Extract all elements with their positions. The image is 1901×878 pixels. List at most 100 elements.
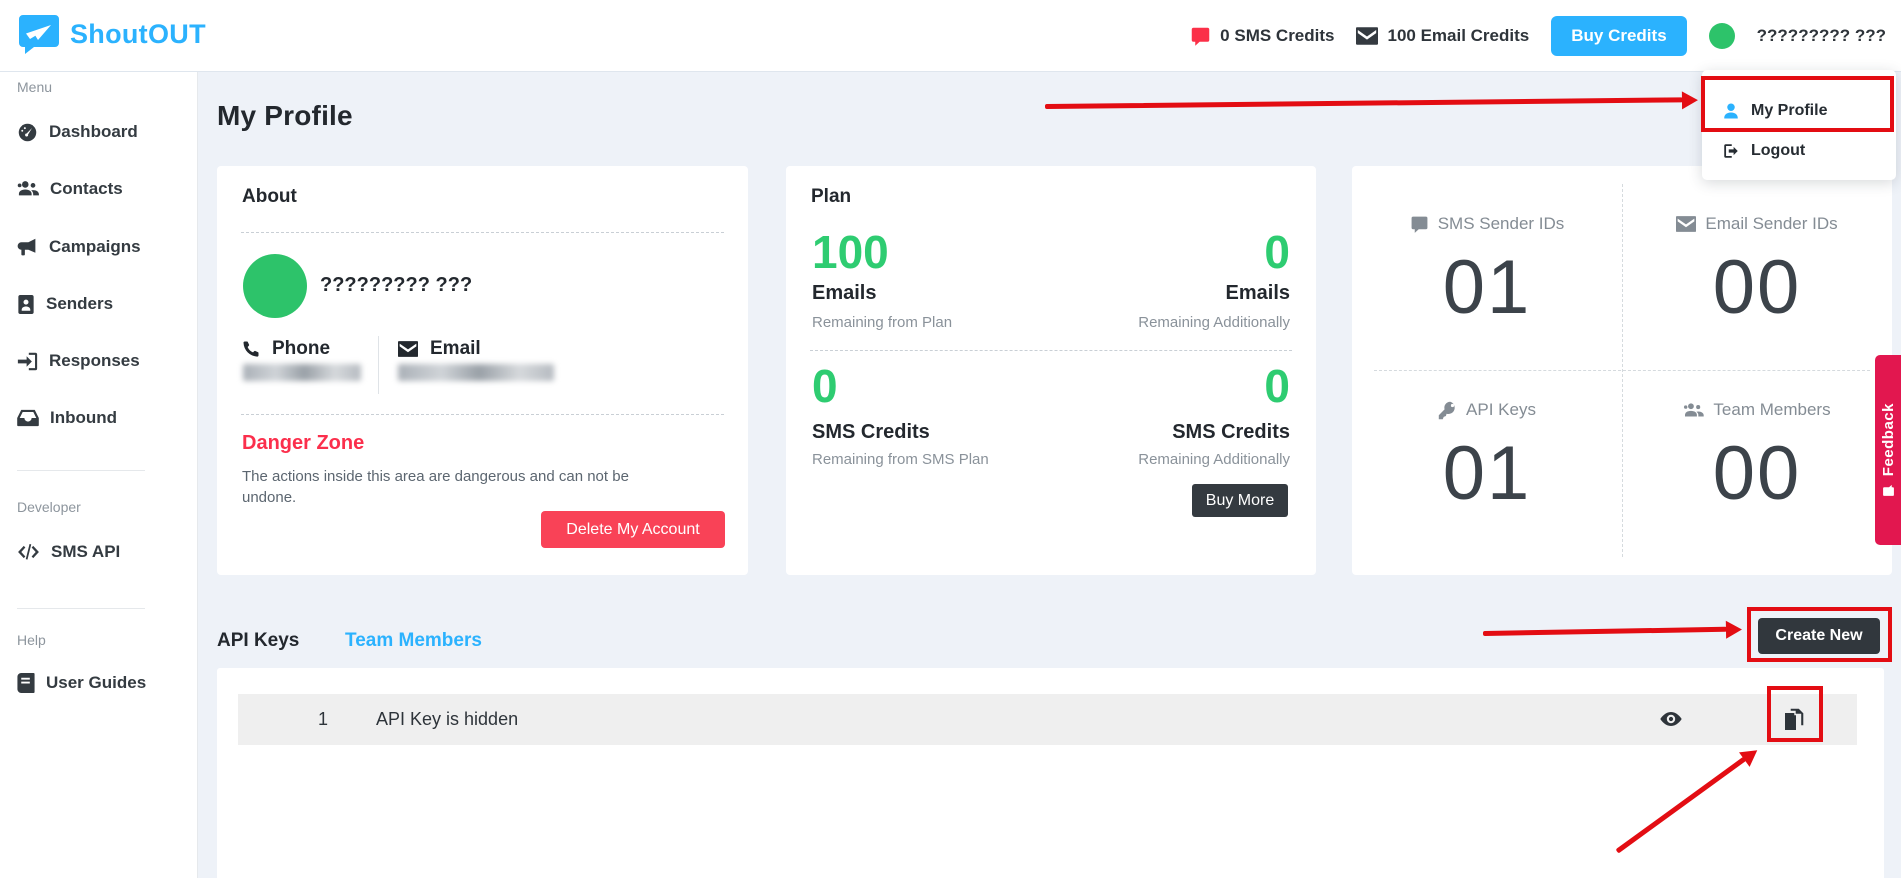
paper-plane-bubble-icon	[18, 14, 60, 54]
envelope-icon	[1356, 27, 1378, 45]
delete-account-button[interactable]: Delete My Account	[541, 511, 725, 548]
about-title: About	[242, 186, 297, 208]
profile-avatar	[243, 254, 307, 318]
shoutout-app: ShoutOUT 0 SMS Credits 100 Email Credits…	[0, 0, 1901, 878]
menu-item-logout[interactable]: Logout	[1722, 142, 1805, 160]
plan-emails-remaining-value: 100	[812, 228, 889, 276]
divider	[810, 350, 1292, 351]
plan-card: Plan 100 Emails Remaining from Plan 0 Em…	[786, 166, 1316, 575]
show-api-key-eye-icon[interactable]	[1657, 705, 1685, 733]
plan-stat-desc: Remaining from Plan	[812, 314, 952, 331]
counter-label: SMS Sender IDs	[1438, 214, 1565, 234]
counter-label: Email Sender IDs	[1705, 214, 1837, 234]
key-icon	[1438, 401, 1457, 420]
chat-icon	[1410, 215, 1429, 234]
counter-sms-sender-ids: SMS Sender IDs 01	[1352, 166, 1622, 370]
envelope-icon	[1676, 216, 1696, 232]
sidebar-item-sms-api[interactable]: SMS API	[17, 538, 120, 566]
menu-item-my-profile[interactable]: My Profile	[1722, 102, 1827, 120]
counter-email-sender-ids: Email Sender IDs 00	[1622, 166, 1892, 370]
my-profile-label: My Profile	[1751, 102, 1827, 120]
feedback-bubble-icon	[1882, 484, 1895, 497]
sidebar-item-senders[interactable]: Senders	[17, 290, 113, 318]
feedback-label: Feedback	[1880, 403, 1897, 476]
plan-emails-additional-value: 0	[1264, 228, 1290, 276]
plan-sms-additional-value: 0	[1264, 362, 1290, 410]
sidebar-item-label: Campaigns	[49, 237, 141, 257]
logout-label: Logout	[1751, 142, 1805, 160]
counter-value: 01	[1352, 430, 1622, 517]
sidebar-item-label: Contacts	[50, 179, 123, 199]
user-dropdown-menu: My Profile Logout	[1702, 70, 1896, 180]
dashboard-icon	[17, 122, 38, 143]
sidebar-divider	[17, 470, 145, 471]
api-key-row: 1 API Key is hidden	[238, 694, 1857, 745]
create-new-button[interactable]: Create New	[1758, 618, 1880, 654]
sidebar-item-inbound[interactable]: Inbound	[17, 404, 117, 432]
user-icon	[1722, 102, 1740, 120]
sidebar-divider	[17, 608, 145, 609]
tab-team-members[interactable]: Team Members	[345, 630, 482, 652]
api-keys-panel: 1 API Key is hidden	[217, 668, 1884, 878]
plan-stat-name: Emails	[812, 282, 876, 305]
buy-credits-button[interactable]: Buy Credits	[1551, 16, 1686, 56]
counter-label: API Keys	[1466, 400, 1536, 420]
avatar[interactable]	[1709, 23, 1735, 49]
contact-divider	[378, 336, 379, 394]
plan-title: Plan	[811, 186, 851, 208]
sidebar-item-responses[interactable]: Responses	[17, 347, 140, 375]
envelope-icon	[398, 341, 418, 357]
plan-stat-desc: Remaining Additionally	[1138, 451, 1290, 468]
code-icon	[17, 543, 40, 561]
email-credits-text: 100 Email Credits	[1387, 26, 1529, 46]
sidebar-section-developer: Developer	[17, 499, 81, 515]
topbar: ShoutOUT 0 SMS Credits 100 Email Credits…	[0, 0, 1901, 72]
topbar-right: 0 SMS Credits 100 Email Credits Buy Cred…	[1190, 0, 1886, 72]
tab-api-keys[interactable]: API Keys	[217, 630, 299, 652]
phone-label-row: Phone	[242, 338, 330, 360]
shoutout-logo[interactable]: ShoutOUT	[18, 14, 206, 54]
copy-api-key-icon[interactable]	[1780, 705, 1808, 733]
plan-sms-remaining-value: 0	[812, 362, 838, 410]
sidebar-section-menu: Menu	[17, 79, 52, 95]
danger-zone-title: Danger Zone	[242, 432, 364, 455]
feedback-tab[interactable]: Feedback	[1875, 355, 1901, 545]
api-key-index: 1	[318, 709, 328, 730]
sidebar-item-label: Inbound	[50, 408, 117, 428]
sidebar-item-contacts[interactable]: Contacts	[17, 175, 123, 203]
plan-stat-desc: Remaining Additionally	[1138, 314, 1290, 331]
sidebar-item-dashboard[interactable]: Dashboard	[17, 118, 138, 146]
team-icon	[1683, 402, 1704, 419]
logout-icon	[1722, 142, 1740, 160]
phone-label: Phone	[272, 338, 330, 360]
sidebar-item-user-guides[interactable]: User Guides	[17, 669, 146, 697]
contacts-icon	[17, 179, 39, 199]
sms-credits-text: 0 SMS Credits	[1220, 26, 1334, 46]
buy-more-button[interactable]: Buy More	[1192, 484, 1288, 517]
annotation-arrow-to-my-profile	[1045, 97, 1683, 109]
email-label-row: Email	[398, 338, 481, 360]
sms-credits-indicator: 0 SMS Credits	[1190, 26, 1334, 47]
sidebar-item-campaigns[interactable]: Campaigns	[17, 233, 141, 261]
email-value-redacted	[398, 364, 554, 381]
email-credits-indicator: 100 Email Credits	[1356, 26, 1529, 46]
divider	[241, 232, 724, 233]
sidebar-item-label: Senders	[46, 294, 113, 314]
username[interactable]: ????????? ???	[1757, 26, 1886, 46]
counters-card: SMS Sender IDs 01 Email Sender IDs 00 AP…	[1352, 166, 1892, 575]
megaphone-icon	[17, 237, 38, 258]
counter-team-members: Team Members 00	[1622, 370, 1892, 574]
sidebar-item-label: SMS API	[51, 542, 120, 562]
counter-value: 00	[1622, 430, 1892, 517]
sidebar-item-label: User Guides	[46, 673, 146, 693]
counter-value: 01	[1352, 244, 1622, 331]
danger-zone-text: The actions inside this area are dangero…	[242, 466, 654, 508]
sidebar-section-help: Help	[17, 632, 46, 648]
plan-stat-name: SMS Credits	[812, 421, 930, 444]
sign-in-icon	[17, 351, 38, 372]
counter-label: Team Members	[1713, 400, 1830, 420]
email-label: Email	[430, 338, 481, 360]
sidebar: Menu Dashboard Contacts Campaigns Sender…	[0, 72, 198, 878]
about-card: About ????????? ??? Phone Email Danger Z…	[217, 166, 748, 575]
id-badge-icon	[17, 294, 35, 315]
